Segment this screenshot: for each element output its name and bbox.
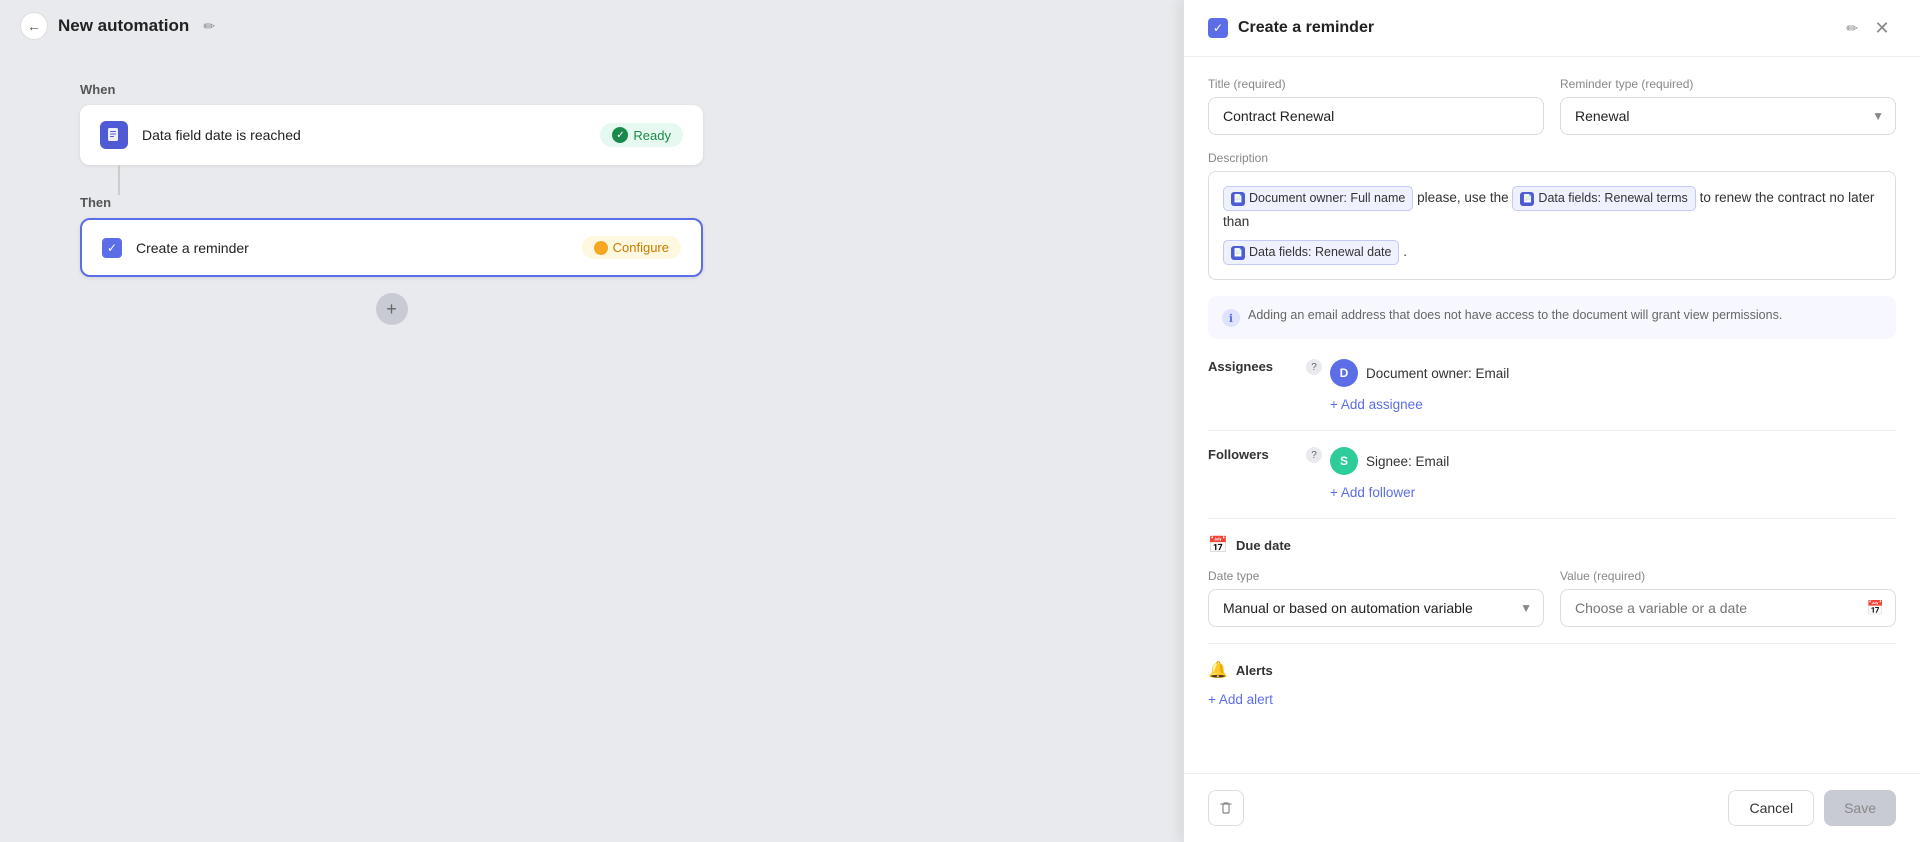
add-alert-button[interactable]: + Add alert bbox=[1208, 692, 1896, 707]
reminder-type-label: Reminder type (required) bbox=[1560, 77, 1896, 91]
ready-label: Ready bbox=[633, 128, 671, 143]
date-type-select-wrapper: Manual or based on automation variable ▼ bbox=[1208, 589, 1544, 627]
add-follower-button[interactable]: + Add follower bbox=[1330, 483, 1896, 502]
followers-help-icon[interactable]: ? bbox=[1306, 447, 1322, 463]
value-input-wrapper: 📅 bbox=[1560, 589, 1896, 627]
cancel-button[interactable]: Cancel bbox=[1728, 790, 1814, 826]
panel-body: Title (required) Reminder type (required… bbox=[1184, 57, 1920, 773]
top-bar: ← New automation ✏ bbox=[0, 0, 783, 52]
ready-dot: ✓ bbox=[612, 127, 628, 143]
when-label: When bbox=[80, 82, 703, 97]
assignee-avatar: D bbox=[1330, 359, 1358, 387]
follower-name: Signee: Email bbox=[1366, 454, 1449, 469]
assignees-label: Assignees bbox=[1208, 359, 1298, 374]
assignee-item: D Document owner: Email bbox=[1330, 359, 1896, 387]
desc-chip-renewal-date: 📄 Data fields: Renewal date bbox=[1223, 240, 1399, 265]
divider-1 bbox=[1208, 430, 1896, 431]
right-panel: ✓ Create a reminder ✏ ✕ Title (required)… bbox=[1183, 0, 1920, 842]
followers-content: S Signee: Email + Add follower bbox=[1330, 447, 1896, 502]
title-group: Title (required) bbox=[1208, 77, 1544, 135]
desc-text-3: . bbox=[1403, 244, 1407, 259]
reminder-type-select-wrapper: Renewal ▼ bbox=[1560, 97, 1896, 135]
configure-badge: Configure bbox=[582, 236, 681, 259]
desc-chip-icon-3: 📄 bbox=[1231, 246, 1245, 260]
desc-chip-icon-1: 📄 bbox=[1231, 192, 1245, 206]
trigger-text: Data field date is reached bbox=[142, 127, 586, 143]
desc-chip-icon-2: 📄 bbox=[1520, 192, 1534, 206]
assignees-help-icon[interactable]: ? bbox=[1306, 359, 1322, 375]
add-assignee-button[interactable]: + Add assignee bbox=[1330, 395, 1896, 414]
panel-title: Create a reminder bbox=[1238, 19, 1836, 37]
assignees-row: Assignees ? D Document owner: Email + Ad… bbox=[1208, 359, 1896, 414]
info-banner-text: Adding an email address that does not ha… bbox=[1248, 308, 1782, 322]
desc-chip-owner: 📄 Document owner: Full name bbox=[1223, 186, 1413, 211]
action-text: Create a reminder bbox=[136, 240, 568, 256]
panel-checkbox: ✓ bbox=[1208, 18, 1228, 38]
assignee-name: Document owner: Email bbox=[1366, 366, 1509, 381]
trigger-doc-icon bbox=[100, 121, 128, 149]
panel-edit-icon[interactable]: ✏ bbox=[1846, 20, 1858, 37]
due-date-header: 📅 Due date bbox=[1208, 535, 1896, 555]
desc-chip-renewal-terms: 📄 Data fields: Renewal terms bbox=[1512, 186, 1695, 211]
info-icon: ℹ bbox=[1222, 309, 1240, 327]
value-input[interactable] bbox=[1560, 589, 1896, 627]
save-button[interactable]: Save bbox=[1824, 790, 1896, 826]
description-section: Description 📄 Document owner: Full name … bbox=[1208, 151, 1896, 280]
date-fields-row: Date type Manual or based on automation … bbox=[1208, 569, 1896, 627]
description-box[interactable]: 📄 Document owner: Full name please, use … bbox=[1208, 171, 1896, 280]
description-label: Description bbox=[1208, 151, 1896, 165]
configure-dot bbox=[594, 241, 608, 255]
alerts-label: Alerts bbox=[1236, 663, 1273, 678]
connector-line bbox=[118, 165, 120, 195]
follower-item: S Signee: Email bbox=[1330, 447, 1896, 475]
due-date-label: Due date bbox=[1236, 538, 1291, 553]
date-type-label: Date type bbox=[1208, 569, 1544, 583]
reminder-type-group: Reminder type (required) Renewal ▼ bbox=[1560, 77, 1896, 135]
assignees-content: D Document owner: Email + Add assignee bbox=[1330, 359, 1896, 414]
desc-text-1: please, use the bbox=[1417, 190, 1512, 205]
close-button[interactable]: ✕ bbox=[1868, 14, 1896, 42]
bell-icon: 🔔 bbox=[1208, 660, 1228, 680]
info-banner: ℹ Adding an email address that does not … bbox=[1208, 296, 1896, 339]
back-button[interactable]: ← bbox=[20, 12, 48, 40]
value-calendar-icon: 📅 bbox=[1867, 600, 1884, 617]
page-title: New automation bbox=[58, 16, 189, 36]
title-label: Title (required) bbox=[1208, 77, 1544, 91]
reminder-type-select[interactable]: Renewal bbox=[1560, 97, 1896, 135]
value-group: Value (required) 📅 bbox=[1560, 569, 1896, 627]
calendar-icon: 📅 bbox=[1208, 535, 1228, 555]
delete-button[interactable] bbox=[1208, 790, 1244, 826]
action-card[interactable]: ✓ Create a reminder Configure bbox=[80, 218, 703, 277]
value-label: Value (required) bbox=[1560, 569, 1896, 583]
panel-footer: Cancel Save bbox=[1184, 773, 1920, 842]
follower-avatar: S bbox=[1330, 447, 1358, 475]
left-panel: ← New automation ✏ When Data field date … bbox=[0, 0, 783, 842]
title-input[interactable] bbox=[1208, 97, 1544, 135]
then-section: Then ✓ Create a reminder Configure bbox=[80, 195, 703, 277]
date-type-select[interactable]: Manual or based on automation variable bbox=[1208, 589, 1544, 627]
canvas-area: When Data field date is reached ✓ Ready … bbox=[0, 52, 783, 355]
then-label: Then bbox=[80, 195, 703, 210]
action-checkbox: ✓ bbox=[102, 238, 122, 258]
alerts-header: 🔔 Alerts bbox=[1208, 660, 1896, 680]
divider-3 bbox=[1208, 643, 1896, 644]
followers-label: Followers bbox=[1208, 447, 1298, 462]
followers-row: Followers ? S Signee: Email + Add follow… bbox=[1208, 447, 1896, 502]
date-type-group: Date type Manual or based on automation … bbox=[1208, 569, 1544, 627]
title-type-row: Title (required) Reminder type (required… bbox=[1208, 77, 1896, 135]
edit-title-icon[interactable]: ✏ bbox=[199, 16, 219, 36]
trigger-card[interactable]: Data field date is reached ✓ Ready bbox=[80, 105, 703, 165]
divider-2 bbox=[1208, 518, 1896, 519]
alerts-section: 🔔 Alerts + Add alert bbox=[1208, 660, 1896, 707]
configure-label: Configure bbox=[613, 240, 669, 255]
footer-buttons: Cancel Save bbox=[1728, 790, 1896, 826]
trash-icon bbox=[1218, 800, 1234, 816]
ready-badge: ✓ Ready bbox=[600, 123, 683, 147]
panel-header: ✓ Create a reminder ✏ ✕ bbox=[1184, 0, 1920, 57]
add-step-button[interactable]: + bbox=[376, 293, 408, 325]
due-date-section: 📅 Due date Date type Manual or based on … bbox=[1208, 535, 1896, 627]
